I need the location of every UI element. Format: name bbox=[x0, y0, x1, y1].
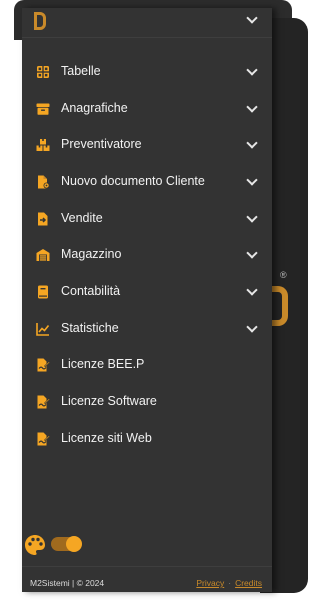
menu-item-licenze-beep[interactable]: Licenze BEE.P bbox=[22, 349, 272, 381]
dark-mode-toggle[interactable] bbox=[51, 536, 82, 552]
menu-item-magazzino[interactable]: Magazzino bbox=[22, 239, 272, 271]
chevron-down-icon bbox=[246, 321, 258, 333]
menu-item-licenze-siti-web[interactable]: Licenze siti Web bbox=[22, 423, 272, 455]
chevron-down-icon[interactable] bbox=[246, 12, 258, 24]
palette-icon[interactable] bbox=[24, 534, 46, 556]
sidebar-footer: M2Sistemi | © 2024 Privacy · Credits bbox=[22, 566, 272, 592]
chevron-down-icon bbox=[246, 284, 258, 296]
chevron-down-icon bbox=[246, 211, 258, 223]
menu-item-label: Licenze Software bbox=[61, 394, 157, 408]
table-icon bbox=[37, 66, 49, 78]
logo bbox=[34, 12, 46, 30]
chevron-down-icon bbox=[246, 174, 258, 186]
chevron-down-icon bbox=[246, 137, 258, 149]
menu-item-licenze-software[interactable]: Licenze Software bbox=[22, 386, 272, 418]
chevron-down-icon bbox=[246, 101, 258, 113]
menu-item-tabelle[interactable]: Tabelle bbox=[22, 56, 272, 88]
theme-tools bbox=[22, 532, 272, 560]
menu-item-preventivatore[interactable]: Preventivatore bbox=[22, 129, 272, 161]
line-chart-icon bbox=[36, 323, 50, 336]
chevron-down-icon bbox=[246, 247, 258, 259]
menu-item-label: Licenze BEE.P bbox=[61, 357, 145, 371]
file-signature-icon bbox=[37, 358, 50, 372]
menu-item-label: Anagrafiche bbox=[61, 101, 128, 115]
app-stage: ® Tabelle Anagrafiche Preventivatore Nuo… bbox=[0, 0, 315, 600]
boxes-icon bbox=[36, 139, 50, 151]
menu-item-anagrafiche[interactable]: Anagrafiche bbox=[22, 93, 272, 125]
copyright-text: M2Sistemi | © 2024 bbox=[30, 578, 105, 588]
credits-link[interactable]: Credits bbox=[235, 578, 262, 588]
file-settings-icon bbox=[38, 175, 50, 189]
registered-mark: ® bbox=[280, 270, 287, 280]
warehouse-icon bbox=[36, 249, 50, 261]
menu-item-statistiche[interactable]: Statistiche bbox=[22, 313, 272, 345]
toggle-knob bbox=[66, 536, 82, 552]
file-signature-icon bbox=[37, 395, 50, 409]
menu-item-label: Licenze siti Web bbox=[61, 431, 152, 445]
archive-box-icon bbox=[36, 103, 50, 115]
menu-item-label: Contabilità bbox=[61, 284, 121, 298]
footer-separator: · bbox=[228, 578, 232, 588]
menu-item-contabilita[interactable]: Contabilità bbox=[22, 276, 272, 308]
footer-links: Privacy · Credits bbox=[196, 578, 262, 588]
menu-item-label: Preventivatore bbox=[61, 137, 142, 151]
menu-item-nuovo-documento-cliente[interactable]: Nuovo documento Cliente bbox=[22, 166, 272, 198]
chevron-down-icon bbox=[246, 64, 258, 76]
sidebar-menu: Tabelle Anagrafiche Preventivatore Nuovo… bbox=[22, 8, 272, 592]
menu-item-vendite[interactable]: Vendite bbox=[22, 203, 272, 235]
menu-item-label: Statistiche bbox=[61, 321, 119, 335]
privacy-link[interactable]: Privacy bbox=[196, 578, 224, 588]
menu-item-label: Vendite bbox=[61, 211, 103, 225]
menu-item-label: Tabelle bbox=[61, 64, 101, 78]
file-signature-icon bbox=[37, 432, 50, 446]
menu-item-label: Magazzino bbox=[61, 247, 122, 261]
file-export-icon bbox=[38, 212, 48, 226]
menu-item-label: Nuovo documento Cliente bbox=[61, 174, 205, 188]
sidebar-header bbox=[22, 8, 272, 38]
ledger-book-icon bbox=[38, 285, 48, 299]
